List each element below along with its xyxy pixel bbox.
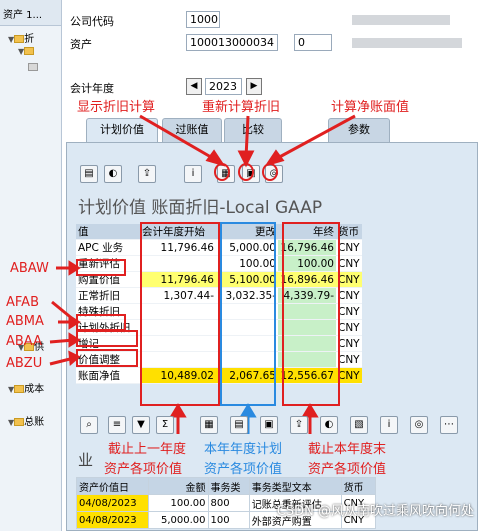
cell-type: 800 bbox=[207, 494, 250, 512]
sort-icon[interactable]: ≡ bbox=[108, 416, 126, 434]
display-icon[interactable]: ◎ bbox=[410, 416, 428, 434]
cell-amount: 5,000.00 bbox=[147, 511, 209, 529]
col-header-trans-text[interactable]: 事务类型文本 bbox=[248, 477, 342, 495]
arrow-head bbox=[68, 260, 81, 276]
export-icon[interactable]: ⇪ bbox=[290, 416, 308, 434]
arrow-head bbox=[264, 149, 285, 167]
annotation-bottom-left-2: 资产各项价值 bbox=[104, 462, 183, 477]
arrow-head bbox=[68, 350, 81, 367]
annotation-bottom-mid-2: 资产各项价值 bbox=[204, 462, 283, 477]
sum-icon[interactable]: Σ bbox=[156, 416, 174, 434]
arrow-head bbox=[68, 314, 81, 330]
arrow-head bbox=[205, 149, 226, 167]
info-icon[interactable]: i bbox=[380, 416, 398, 434]
cell-amount: 100.00 bbox=[147, 494, 209, 512]
arrow-head bbox=[169, 403, 187, 418]
arrow-show-depr bbox=[139, 114, 217, 162]
layout-icon[interactable]: ◐ bbox=[320, 416, 338, 434]
col-header-value-date[interactable]: 资产价值日 bbox=[76, 477, 149, 495]
annotation-bottom-right-1: 截止本年度末 bbox=[308, 442, 387, 457]
cell-date: 04/08/2023 bbox=[76, 511, 149, 529]
annotation-abzu: ABZU bbox=[6, 356, 43, 371]
annotation-abaa: ABAA bbox=[6, 334, 42, 349]
arrow-head bbox=[301, 403, 319, 418]
zoom-icon[interactable]: ⌕ bbox=[80, 416, 98, 434]
annotation-abaw: ABAW bbox=[10, 261, 49, 276]
arrow-calc-nbv bbox=[273, 114, 356, 162]
view-icon[interactable]: ▣ bbox=[260, 416, 278, 434]
cell-type: 100 bbox=[207, 511, 250, 529]
annotation-bottom-left-1: 截止上一年度 bbox=[108, 442, 187, 457]
annotation-abma: ABMA bbox=[6, 314, 44, 329]
print-icon[interactable]: ▤ bbox=[230, 416, 248, 434]
annotation-bottom-mid-1: 本年年度计划 bbox=[204, 442, 283, 457]
col-header-trans-type[interactable]: 事务类 bbox=[207, 477, 250, 495]
bottom-toolbar: ⌕ ≡ ▼ Σ ▦ ▤ ▣ ⇪ ◐ ▧ i ◎ ⋯ bbox=[80, 416, 470, 436]
col-header-currency[interactable]: 货币 bbox=[340, 477, 377, 495]
bottom-section-label: 业 bbox=[78, 451, 94, 469]
arrow-head bbox=[68, 332, 81, 348]
arrow-head bbox=[239, 403, 257, 418]
watermark: CSDN @风从南吹过乘风吹向何处 bbox=[276, 504, 474, 519]
annotation-bottom-right-2: 资产各项价值 bbox=[308, 462, 387, 477]
cell-date: 04/08/2023 bbox=[76, 494, 149, 512]
arrow-head bbox=[237, 150, 255, 168]
more-icon[interactable]: ⋯ bbox=[440, 416, 458, 434]
subtotal-icon[interactable]: ▦ bbox=[200, 416, 218, 434]
col-header-amount[interactable]: 金额 bbox=[147, 477, 209, 495]
graphic-icon[interactable]: ▧ bbox=[350, 416, 368, 434]
annotation-afab: AFAB bbox=[6, 295, 39, 310]
filter-icon[interactable]: ▼ bbox=[132, 416, 150, 434]
